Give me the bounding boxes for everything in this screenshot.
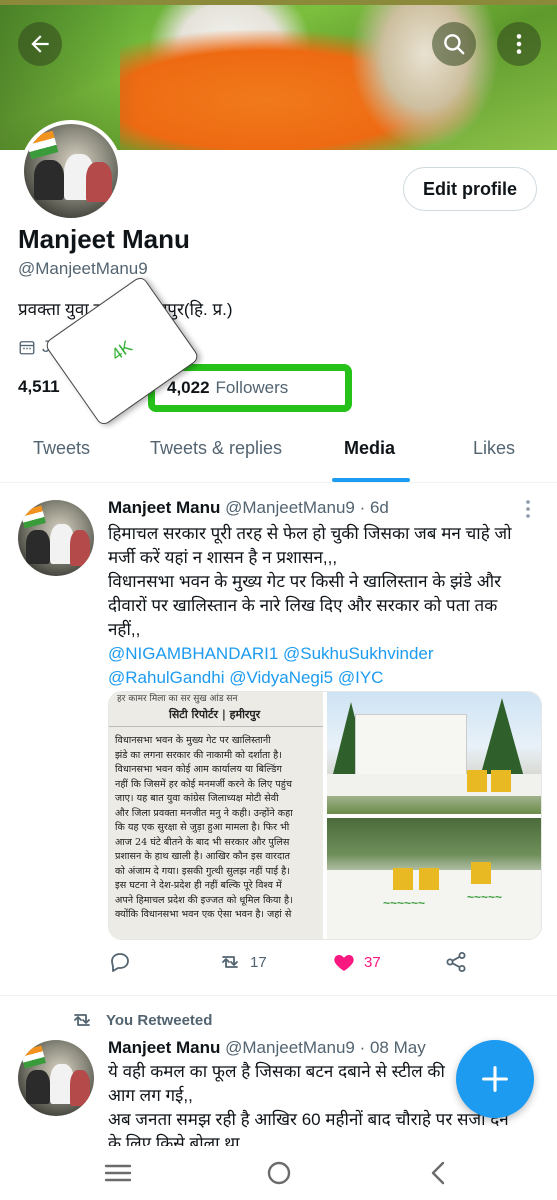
tweet-line: दीवारों पर खालिस्तान के नारे लिख दिए और … xyxy=(108,596,498,615)
active-tab-indicator xyxy=(332,478,410,482)
like-count: 37 xyxy=(364,953,381,971)
system-navigation-bar xyxy=(0,1146,557,1200)
calendar-icon xyxy=(19,341,35,355)
home-icon[interactable] xyxy=(264,1158,294,1188)
news-line: को अंजाम दे गया। इसकी गुत्थी सुलझ नहीं प… xyxy=(115,865,290,877)
back-nav-icon[interactable] xyxy=(424,1158,454,1188)
news-line: आज 24 घंटे बीतने के बाद भी सरकार और पुलि… xyxy=(115,836,290,848)
tweet-author-name[interactable]: Manjeet Manu xyxy=(108,1038,220,1057)
tweet-text: हिमाचल सरकार पूरी तरह से फेल हो चुकी जिस… xyxy=(108,522,538,690)
tab-tweets-replies[interactable]: Tweets & replies xyxy=(150,438,282,459)
reply-icon xyxy=(111,953,129,972)
profile-handle: @ManjeetManu9 xyxy=(18,259,148,278)
tweet-avatar[interactable] xyxy=(18,500,94,576)
news-line: और जिला प्रवक्ता मनजीत मनु ने कही। उन्हो… xyxy=(115,807,293,819)
tweet-mentions[interactable]: @RahulGandhi @VidyaNegi5 @IYC xyxy=(108,666,538,690)
back-button[interactable] xyxy=(18,22,62,66)
tweet-mentions[interactable]: @NIGAMBHANDARI1 @SukhuSukhvinder xyxy=(108,642,538,666)
tweet-meta: @ManjeetManu9 · 6d xyxy=(225,498,389,517)
tweet-actions: 17 37 xyxy=(108,950,538,982)
news-line: विधानसभा भवन के मुख्य गेट पर खालिस्तानी xyxy=(115,735,271,746)
compose-tweet-button[interactable] xyxy=(456,1040,534,1118)
profile-tabs: Tweets Tweets & replies Media Likes xyxy=(0,428,557,483)
tweet-meta: @ManjeetManu9 · 08 May xyxy=(225,1038,426,1057)
retweet-icon xyxy=(222,956,238,968)
edit-profile-button[interactable]: Edit profile xyxy=(403,167,537,211)
like-button[interactable]: 37 xyxy=(332,950,381,974)
profile-name: Manjeet Manu xyxy=(18,224,190,254)
tweet-header: Manjeet Manu @ManjeetManu9 · 6d xyxy=(108,498,389,518)
news-line: इस घटना ने देश-प्रदेश ही नहीं बल्कि पूरे… xyxy=(115,880,282,891)
followers-count: 4,022 xyxy=(167,378,210,397)
sticker-text: 4K xyxy=(107,336,136,365)
news-line: जाए। यह बात युवा कांग्रेस जिलाध्यक्ष मोट… xyxy=(115,793,279,804)
tweet-more-icon[interactable] xyxy=(518,497,538,521)
tweet-line: हिमाचल सरकार पूरी तरह से फेल हो चुकी जिस… xyxy=(108,524,512,543)
search-button[interactable] xyxy=(432,22,476,66)
share-icon xyxy=(446,952,466,972)
banner-top-edge xyxy=(0,0,557,5)
banner-child xyxy=(350,0,500,150)
more-options-button[interactable] xyxy=(497,22,541,66)
followers-label: Followers xyxy=(215,378,289,397)
tweet-media-grid[interactable]: हर कामर मिला का सर सुख आंड सन सिटी रिपोर… xyxy=(108,691,542,940)
tab-tweets[interactable]: Tweets xyxy=(33,438,90,459)
plus-icon xyxy=(482,1066,508,1092)
news-top-line: हर कामर मिला का सर सुख आंड सन xyxy=(117,694,238,704)
more-vertical-icon xyxy=(516,34,522,54)
heart-filled-icon xyxy=(334,955,354,971)
news-line: प्रशासन के हाथ खाली है। आखिर कौन इस वारद… xyxy=(115,851,291,862)
tweet-header: Manjeet Manu @ManjeetManu9 · 08 May xyxy=(108,1038,426,1058)
search-icon xyxy=(444,34,465,55)
news-line: झंडे का लगना सरकार की नाकामी को दर्शाता … xyxy=(115,749,282,761)
recent-apps-icon[interactable] xyxy=(103,1158,133,1188)
vidhan-sabha-gate-photo[interactable] xyxy=(327,692,541,814)
news-line: कि यह एक सुरक्षा से जुड़ा हुआ मामला है। … xyxy=(115,822,290,833)
news-line: क्योंकि विधानसभा भवन एक ऐसा भवन है। जहां… xyxy=(115,909,292,920)
news-body: विधानसभा भवन के मुख्य गेट पर खालिस्तानी … xyxy=(115,734,319,923)
arrow-left-icon xyxy=(31,35,49,53)
tweet-divider xyxy=(0,995,557,996)
news-line: विधानसभा भवन कोई आम कार्यालय या बिल्डिंग xyxy=(115,764,282,775)
reply-button[interactable] xyxy=(108,950,132,974)
profile-avatar[interactable] xyxy=(20,120,122,222)
retweet-count: 17 xyxy=(250,953,267,971)
wall-graffiti-photo[interactable]: ~~~~~~ ~~~~~ xyxy=(327,818,541,939)
retweeted-indicator: You Retweeted xyxy=(70,1008,212,1032)
news-line: अपने हिमाचल प्रदेश की इज्जत को धूमिल किय… xyxy=(115,894,293,906)
tweet-line: मर्जी करें यहां न शासन है न प्रशासन,,, xyxy=(108,548,338,567)
retweet-button[interactable]: 17 xyxy=(218,950,267,974)
following-count[interactable]: 4,511 xyxy=(18,377,60,397)
retweet-icon xyxy=(74,1014,90,1026)
tweet-avatar[interactable] xyxy=(18,1040,94,1116)
retweeted-label: You Retweeted xyxy=(106,1011,213,1029)
news-clipping-image[interactable]: हर कामर मिला का सर सुख आंड सन सिटी रिपोर… xyxy=(109,692,323,939)
news-header: सिटी रिपोर्टर | हमीरपुर xyxy=(169,708,261,721)
tweet-line: नहीं,, xyxy=(108,620,141,639)
share-button[interactable] xyxy=(444,950,468,974)
news-line: नहीं कि जिसमें हर कोई मनमर्जी करने के लि… xyxy=(115,778,292,790)
tweet-author-name[interactable]: Manjeet Manu xyxy=(108,498,220,517)
tweet-line: विधानसभा भवन के मुख्य गेट पर किसी ने खाल… xyxy=(108,572,502,591)
tab-media[interactable]: Media xyxy=(344,438,395,459)
tweet-line: के लिए किसे बोला था xyxy=(108,1134,240,1146)
tab-likes[interactable]: Likes xyxy=(473,438,515,459)
